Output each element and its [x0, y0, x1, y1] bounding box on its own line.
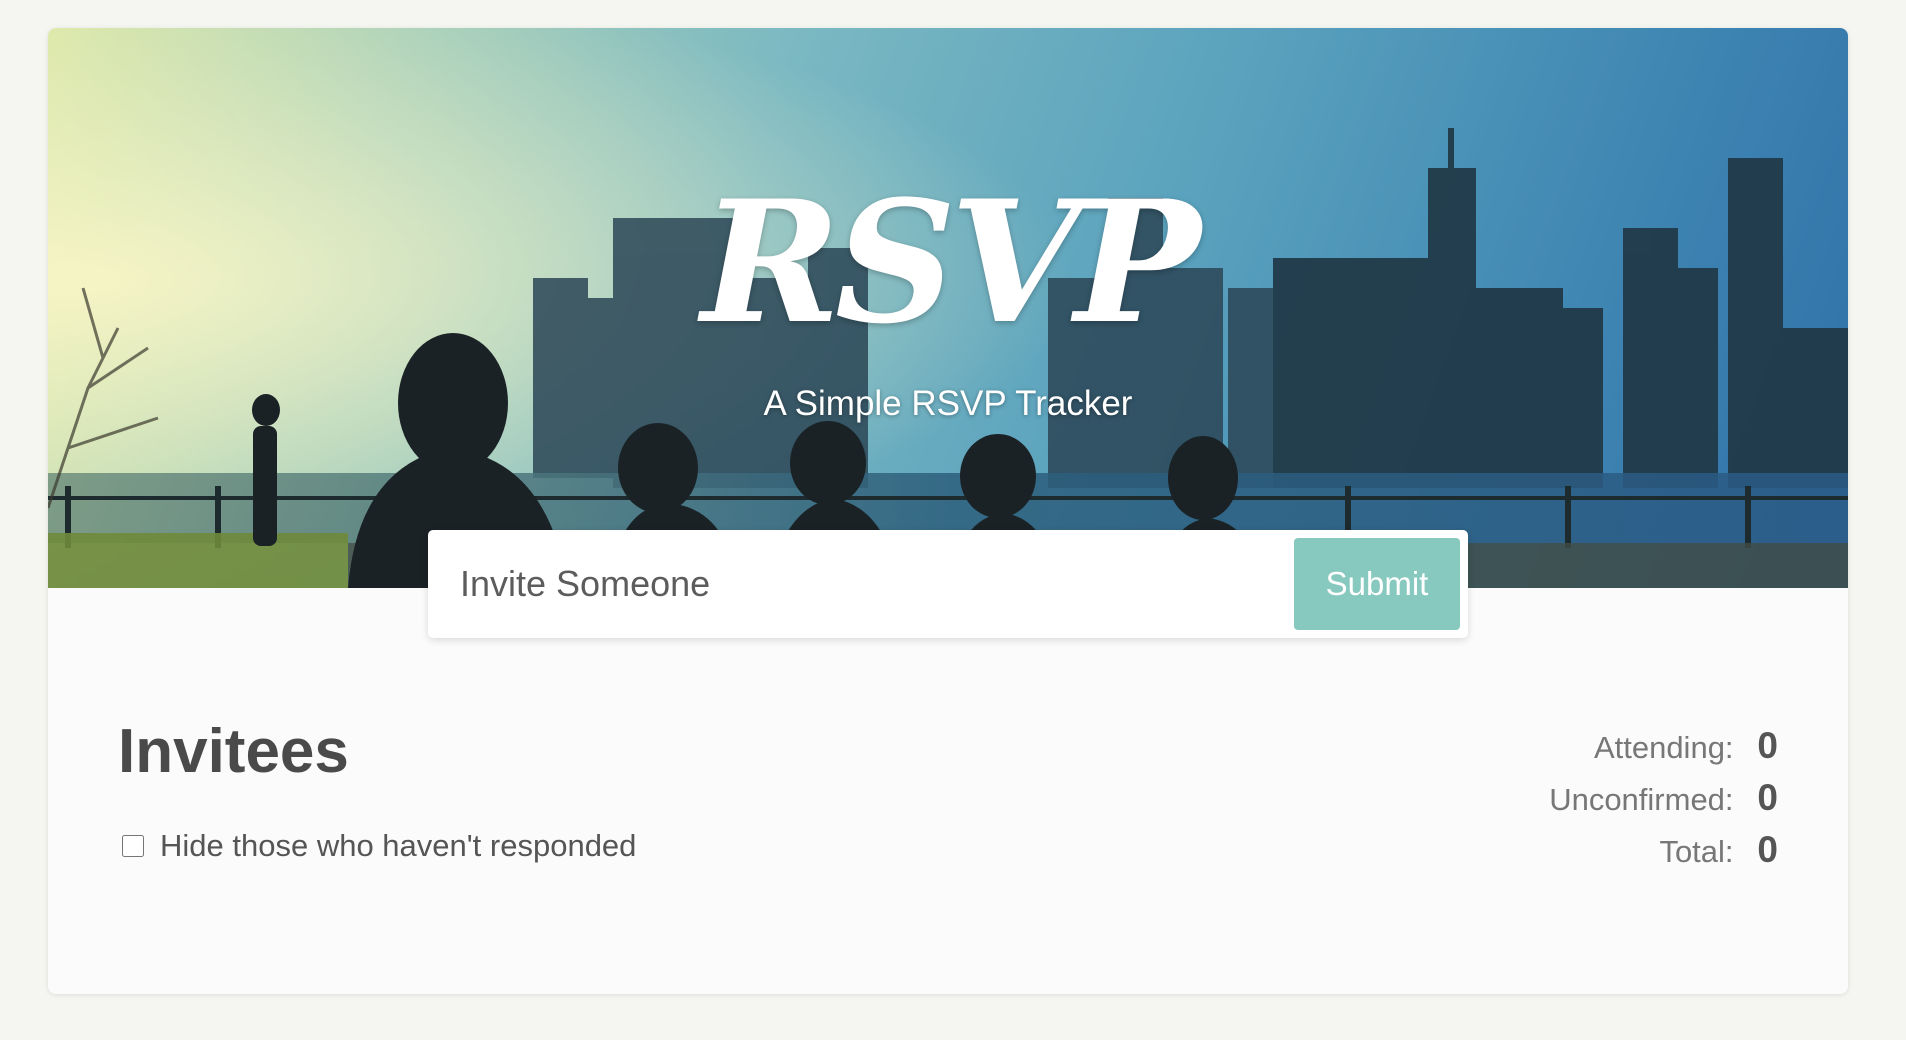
rsvp-counter: Attending: 0 Unconfirmed: 0 Total: 0 — [1549, 720, 1778, 876]
hero-banner: RSVP A Simple RSVP Tracker — [48, 28, 1848, 588]
hide-unresponded-filter: Hide those who haven't responded — [122, 828, 636, 864]
app-subtitle: A Simple RSVP Tracker — [763, 384, 1133, 423]
counter-row-total: Total: 0 — [1549, 824, 1778, 876]
counter-value: 0 — [1757, 725, 1778, 766]
counter-value: 0 — [1757, 829, 1778, 870]
counter-label: Unconfirmed: — [1549, 782, 1734, 817]
hide-unresponded-checkbox[interactable] — [122, 835, 144, 857]
app-logo-title: RSVP — [701, 163, 1201, 361]
counter-value: 0 — [1757, 777, 1778, 818]
invite-input[interactable] — [438, 538, 1248, 630]
counter-label: Attending: — [1593, 730, 1734, 765]
invite-form: Submit — [428, 530, 1468, 638]
hide-unresponded-label[interactable]: Hide those who haven't responded — [160, 828, 636, 864]
counter-row-attending: Attending: 0 — [1549, 720, 1778, 772]
invitees-heading: Invitees — [118, 717, 349, 786]
app-card: RSVP A Simple RSVP Tracker Submit Invite… — [48, 28, 1848, 994]
counter-row-unconfirmed: Unconfirmed: 0 — [1549, 772, 1778, 824]
counter-label: Total: — [1659, 834, 1734, 869]
submit-button[interactable]: Submit — [1294, 538, 1460, 630]
